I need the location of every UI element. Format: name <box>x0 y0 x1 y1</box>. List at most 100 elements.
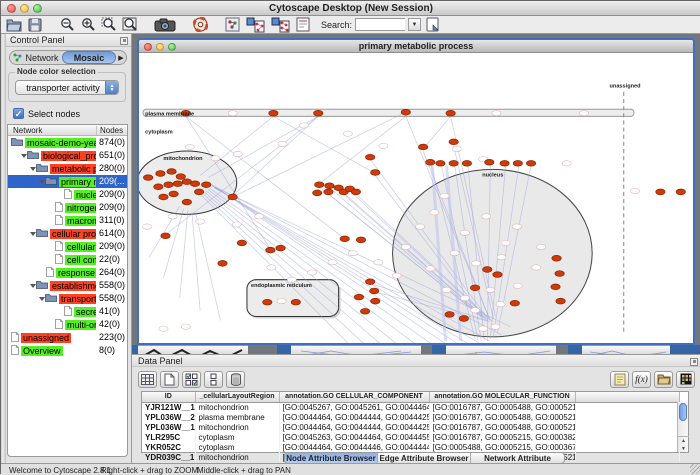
expand-arrow-icon[interactable] <box>29 282 36 289</box>
network-node[interactable] <box>462 160 471 166</box>
float-panel-icon[interactable] <box>120 37 128 45</box>
network-node-label[interactable] <box>442 287 451 292</box>
snapshot-icon[interactable] <box>153 17 177 33</box>
table-cell[interactable]: [GO:0005488, GO:0005215, GO:0003674] <box>429 442 575 452</box>
delete-attribute-icon[interactable] <box>226 371 245 388</box>
table-cell[interactable]: [GO:0044464, GO:0044444, GO:0044425, G..… <box>279 422 429 432</box>
table-column-header[interactable]: annotation.GO CELLULAR_COMPONENT <box>279 392 429 402</box>
network-node[interactable] <box>173 181 182 187</box>
network-node[interactable] <box>269 110 278 116</box>
tree-item[interactable]: multi-organism pro42(0) <box>8 318 127 331</box>
network-node[interactable] <box>426 159 435 165</box>
network-node[interactable] <box>228 194 237 200</box>
network-node[interactable] <box>360 308 369 314</box>
network-edge[interactable] <box>423 116 450 149</box>
unselect-attributes-icon[interactable] <box>204 371 223 388</box>
network-node-label[interactable] <box>501 240 510 245</box>
float-data-panel-icon[interactable] <box>690 358 698 366</box>
network-edge[interactable] <box>200 116 273 175</box>
network-node-label[interactable] <box>287 277 296 282</box>
table-cell[interactable]: mitochondrion <box>195 452 279 462</box>
network-node-label[interactable] <box>426 266 435 271</box>
tab-overflow-arrow[interactable]: ▶ <box>116 54 126 62</box>
tree-item[interactable]: secretion41(0) <box>8 305 127 318</box>
network-node[interactable] <box>354 294 363 300</box>
network-node-label[interactable] <box>299 123 308 128</box>
table-cell[interactable]: [GO:0045263, GO:0044464, GO:0044455, G..… <box>279 432 429 442</box>
network-node-label[interactable] <box>430 210 439 215</box>
network-node[interactable] <box>218 260 227 266</box>
tree-item[interactable]: macromolecule311(0) <box>8 214 127 227</box>
network-node-label[interactable] <box>278 141 287 146</box>
network-node-label[interactable] <box>460 230 469 235</box>
network-node[interactable] <box>194 189 203 195</box>
network-node-label[interactable] <box>579 111 588 116</box>
tree-item[interactable]: cellular process614(0) <box>8 227 127 240</box>
panel-gripper[interactable] <box>1 34 6 463</box>
network-node-label[interactable] <box>450 250 459 255</box>
network-node-label[interactable] <box>143 224 152 229</box>
table-cell[interactable]: [GO:0016787, GO:0005488, GO:0005215, G..… <box>429 412 575 422</box>
table-cell[interactable]: [GO:0044464, GO:0044444, GO:0044425, G..… <box>279 412 429 422</box>
network-node[interactable] <box>143 175 152 181</box>
network-edge[interactable] <box>202 193 363 343</box>
network-node-label[interactable] <box>228 111 237 116</box>
expand-arrow-icon[interactable] <box>38 178 45 185</box>
network-node-label[interactable] <box>630 188 639 193</box>
network-node-label[interactable] <box>392 273 401 278</box>
network-node[interactable] <box>365 279 374 285</box>
table-column-header[interactable]: annotation.GO MOLECULAR_FUNCTION <box>429 392 575 402</box>
tree-item[interactable]: mosaic-demo-yeast874(0) <box>8 136 127 149</box>
network-window-titlebar[interactable]: primary metabolic process <box>139 40 693 53</box>
attribute-grid-icon[interactable] <box>138 371 157 388</box>
network-node[interactable] <box>459 316 468 322</box>
tab-network[interactable]: Network <box>10 51 62 64</box>
browser-tab-2[interactable]: Network Attribute Browser <box>471 453 564 463</box>
network-node-label[interactable] <box>415 224 424 229</box>
network-node[interactable] <box>493 272 502 278</box>
zoom-selected-icon[interactable] <box>100 17 118 33</box>
network-node[interactable] <box>161 233 170 239</box>
tree-item[interactable]: transport558(0) <box>8 292 127 305</box>
network-node-label[interactable] <box>440 193 449 198</box>
network-node[interactable] <box>313 190 322 196</box>
zoom-out-icon[interactable] <box>58 17 76 33</box>
network-node-label[interactable] <box>343 131 352 136</box>
plasma-membrane-region[interactable] <box>143 109 634 116</box>
network-node-label[interactable] <box>470 308 479 313</box>
network-node[interactable] <box>325 183 334 189</box>
table-scroll-thumb[interactable] <box>679 403 687 421</box>
tree-item[interactable]: Overview8(0) <box>8 344 127 357</box>
network-node[interactable] <box>169 191 178 197</box>
table-cell[interactable]: cytoplasm <box>195 442 279 452</box>
search-input[interactable] <box>355 18 405 31</box>
network-node[interactable] <box>370 288 379 294</box>
network-edge[interactable] <box>319 116 406 183</box>
network-node[interactable] <box>656 189 665 195</box>
table-cell[interactable]: [GO:0016787, GO:0005488, GO:0005215, G..… <box>429 402 575 412</box>
import-attributes-icon[interactable] <box>654 371 673 388</box>
network-node[interactable] <box>556 298 565 304</box>
table-cell[interactable]: YPL036W__1 <box>142 422 195 432</box>
network-node[interactable] <box>266 247 275 253</box>
network-node-label[interactable] <box>496 302 505 307</box>
network-node[interactable] <box>552 255 561 261</box>
network-canvas[interactable]: plasma membranecytoplasmmitochondrionnuc… <box>139 53 693 343</box>
network-node-label[interactable] <box>460 295 469 300</box>
tree-item[interactable]: establishment of lo558(0) <box>8 279 127 292</box>
network-node[interactable] <box>470 285 479 291</box>
network-node-label[interactable] <box>452 146 461 151</box>
table-cell[interactable]: mitochondrion <box>195 402 279 412</box>
browser-tab-1[interactable]: Edge Attribute Browser <box>378 453 471 463</box>
network-overview-icon[interactable] <box>223 17 241 33</box>
table-scrollbar[interactable]: ▲▼ <box>677 402 688 452</box>
network-node-label[interactable] <box>512 224 521 229</box>
network-node[interactable] <box>555 271 564 277</box>
tree-item[interactable]: metabolic process280(0) <box>8 162 127 175</box>
expand-arrow-icon[interactable] <box>29 230 36 237</box>
table-cell[interactable]: [GO:0016787, GO:0005215, GO:0003824, G..… <box>429 432 575 442</box>
network-node[interactable] <box>176 174 185 180</box>
network-edge[interactable] <box>273 116 375 173</box>
network-node[interactable] <box>154 184 163 190</box>
heatmap-icon[interactable] <box>676 371 695 388</box>
